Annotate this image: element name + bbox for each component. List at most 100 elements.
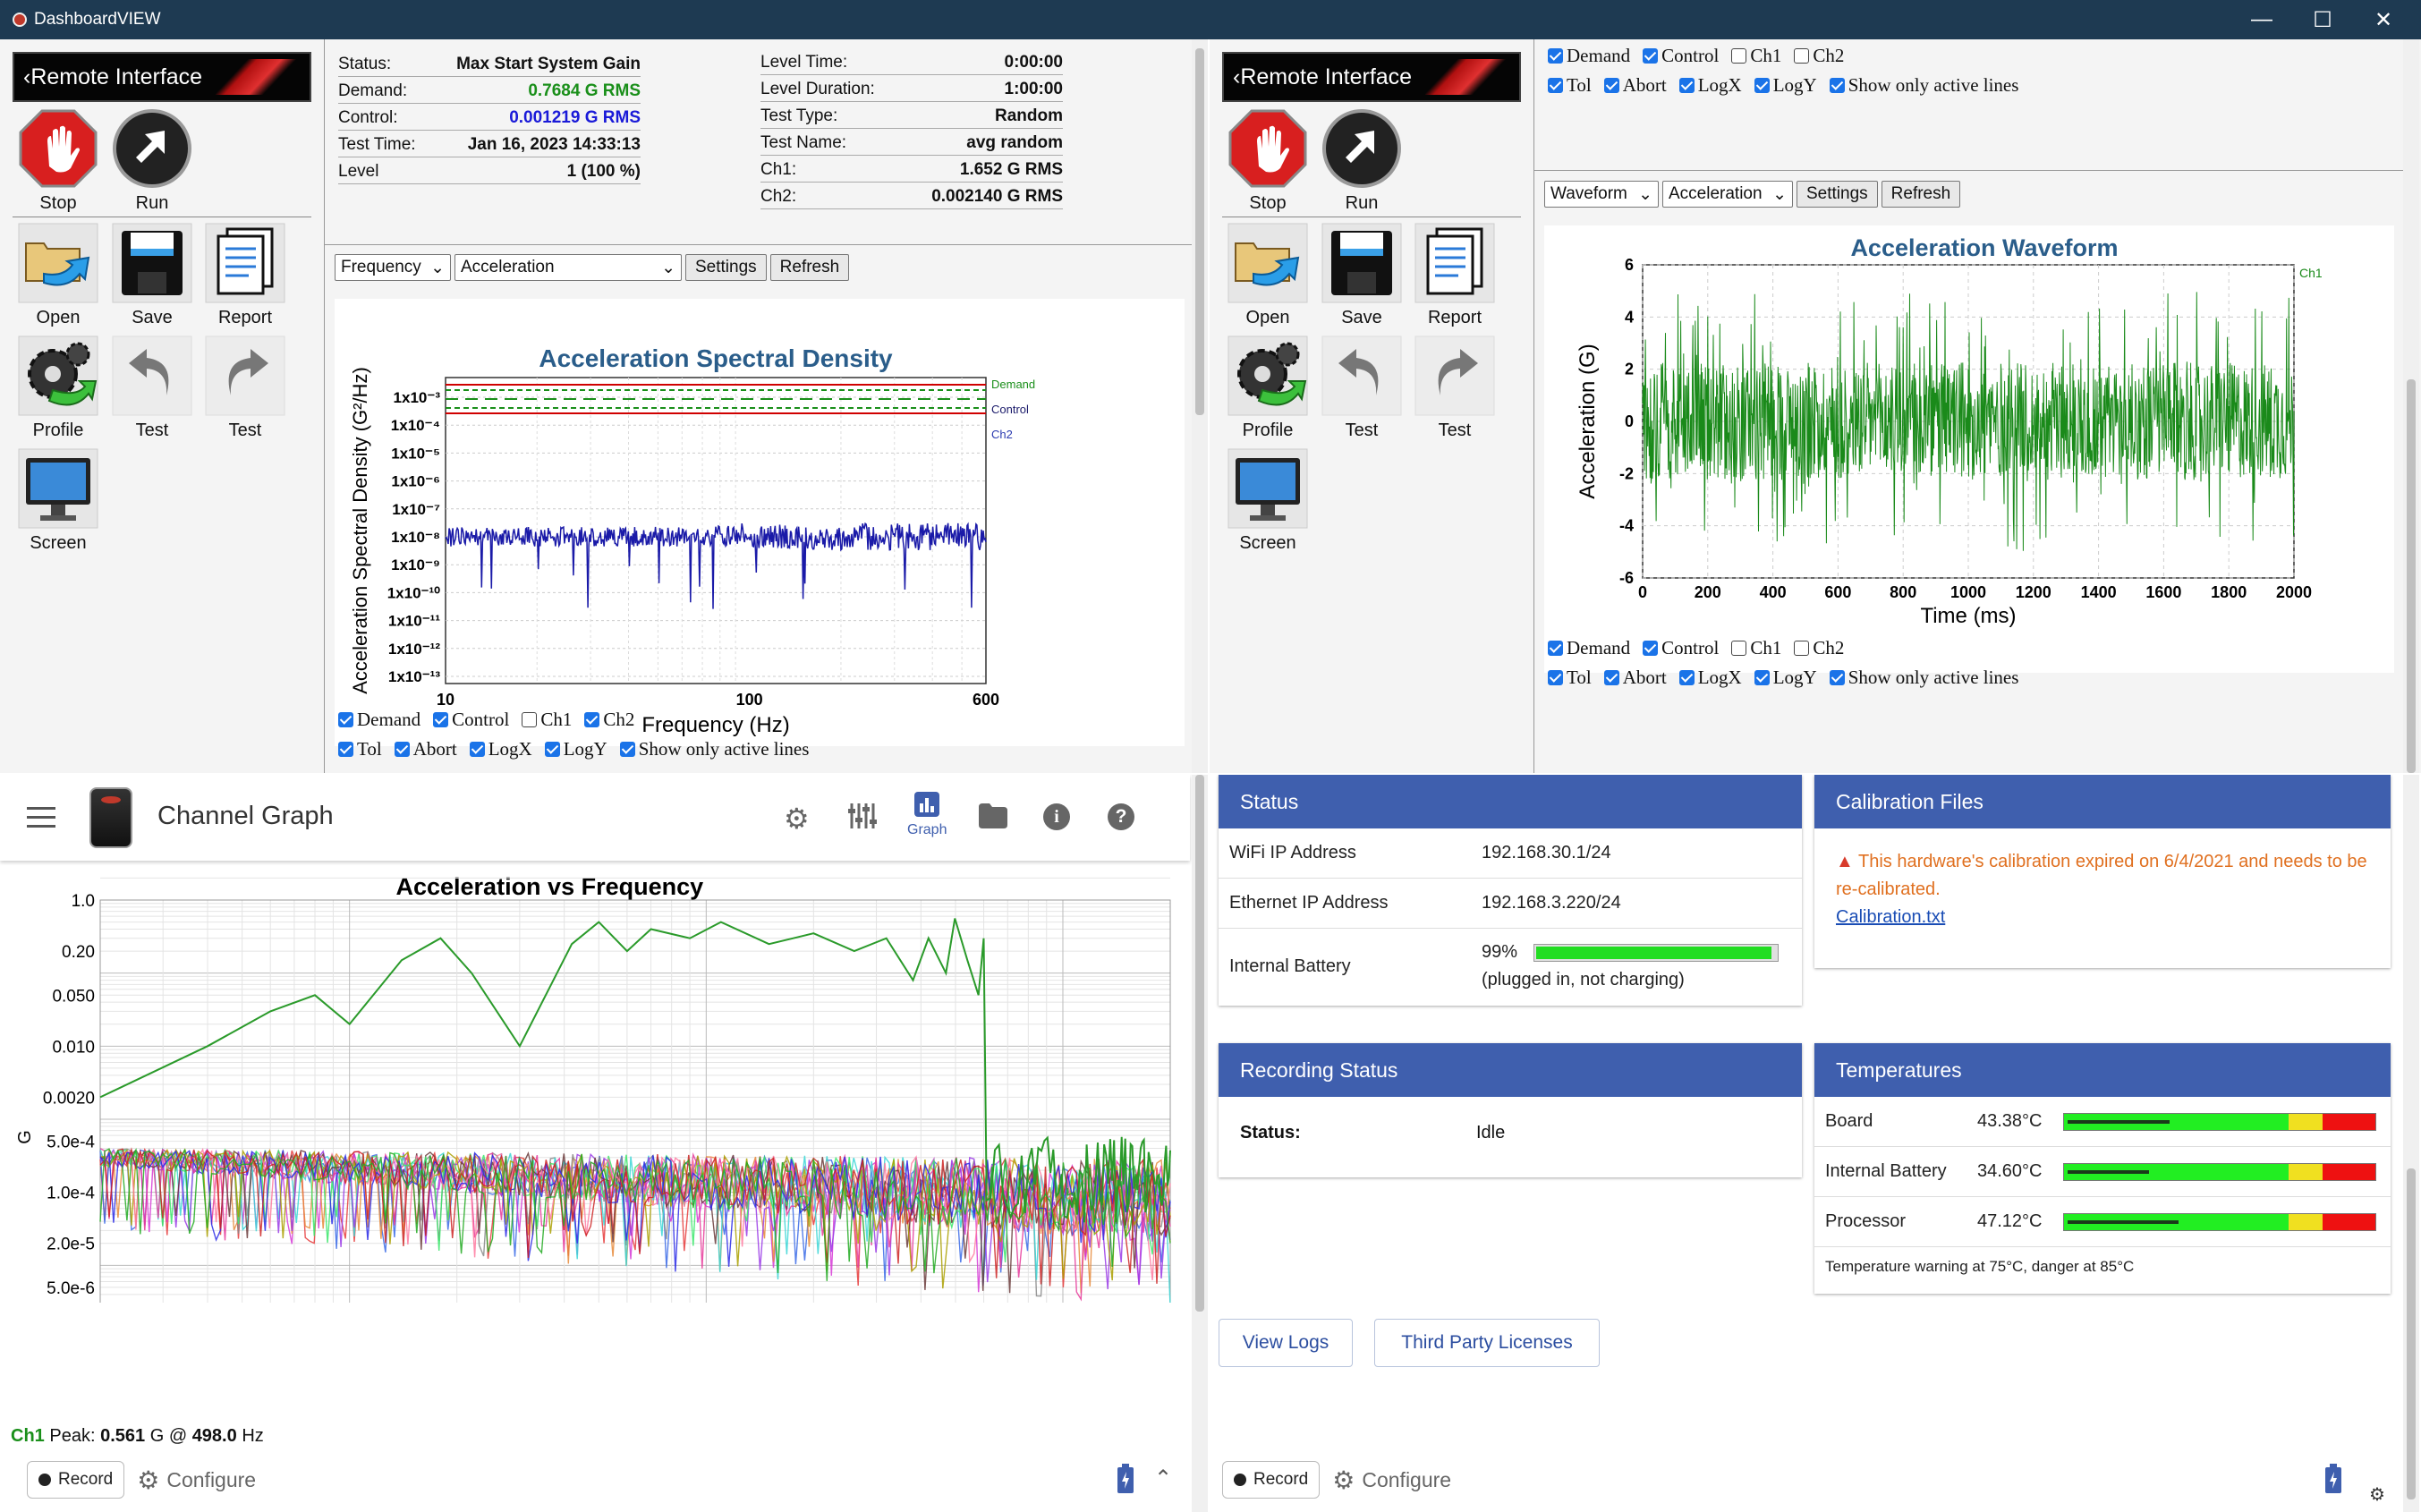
checkbox-box[interactable]	[1548, 641, 1563, 656]
checkbox-demand[interactable]: Demand	[1535, 637, 1630, 659]
info-icon[interactable]: i	[1043, 803, 1070, 830]
scrollbar-thumb[interactable]	[1195, 48, 1204, 415]
checkbox-logy[interactable]: LogY	[532, 738, 607, 760]
view-select[interactable]: Frequency ⌄	[335, 254, 451, 281]
settings-button[interactable]: Settings	[685, 254, 767, 281]
checkbox-abort[interactable]: Abort	[1592, 74, 1667, 97]
settings-button[interactable]: Settings	[1797, 181, 1878, 208]
checkbox-tol[interactable]: Tol	[1535, 667, 1592, 689]
third-party-licenses-button[interactable]: Third Party Licenses	[1374, 1319, 1600, 1367]
checkbox-box[interactable]	[1548, 48, 1563, 64]
quantity-select[interactable]: Acceleration ⌄	[454, 254, 682, 281]
save-button[interactable]: Save	[107, 222, 197, 328]
stop-button[interactable]: Stop	[13, 107, 103, 214]
test-forward-button[interactable]: Test	[200, 335, 290, 441]
configure-button[interactable]: ⚙ Configure	[1332, 1465, 1451, 1495]
checkbox-logx[interactable]: LogX	[1667, 74, 1742, 97]
checkbox-tol[interactable]: Tol	[1535, 74, 1592, 97]
checkbox-box[interactable]	[584, 712, 600, 727]
checkbox-box[interactable]	[338, 742, 353, 757]
checkbox-ch2[interactable]: Ch2	[1781, 637, 1844, 659]
right-pane-scrollbar[interactable]	[2403, 39, 2419, 773]
scrollbar-thumb[interactable]	[1195, 775, 1204, 1312]
checkbox-box[interactable]	[1603, 78, 1619, 93]
checkbox-box[interactable]	[1829, 670, 1845, 685]
checkbox-box[interactable]	[1731, 641, 1747, 656]
checkbox-logx[interactable]: LogX	[1667, 667, 1742, 689]
checkbox-logx[interactable]: LogX	[457, 738, 532, 760]
checkbox-box[interactable]	[1643, 641, 1659, 656]
open-button[interactable]: Open	[13, 222, 103, 328]
checkbox-show-only-active-lines[interactable]: Show only active lines	[1817, 74, 2018, 97]
close-button[interactable]: ✕	[2355, 0, 2412, 39]
checkbox-ch1[interactable]: Ch1	[1719, 45, 1781, 67]
checkbox-ch1[interactable]: Ch1	[1719, 637, 1781, 659]
checkbox-abort[interactable]: Abort	[382, 738, 457, 760]
checkbox-box[interactable]	[1548, 78, 1563, 93]
checkbox-box[interactable]	[1678, 670, 1695, 685]
checkbox-ch1[interactable]: Ch1	[509, 709, 572, 731]
report-button[interactable]: Report	[200, 222, 290, 328]
checkbox-box[interactable]	[1754, 78, 1770, 93]
checkbox-control[interactable]: Control	[1630, 637, 1719, 659]
checkbox-tol[interactable]: Tol	[326, 738, 382, 760]
settings-gear-icon[interactable]: ⚙	[784, 802, 810, 836]
save-button[interactable]: Save	[1317, 222, 1406, 328]
run-button[interactable]: Run	[1317, 107, 1406, 214]
settings-corner-icon[interactable]: ⚙	[2369, 1483, 2385, 1506]
checkbox-box[interactable]	[522, 712, 538, 727]
checkbox-box[interactable]	[469, 742, 485, 757]
checkbox-box[interactable]	[1754, 670, 1770, 685]
profile-button[interactable]: Profile	[1223, 335, 1312, 441]
checkbox-logy[interactable]: LogY	[1742, 667, 1817, 689]
checkbox-box[interactable]	[1794, 48, 1810, 64]
configure-button[interactable]: ⚙ Configure	[137, 1465, 256, 1495]
checkbox-control[interactable]: Control	[420, 709, 509, 731]
record-button[interactable]: Record	[1222, 1461, 1321, 1499]
checkbox-box[interactable]	[338, 712, 353, 727]
checkbox-box[interactable]	[1794, 641, 1810, 656]
test-back-button[interactable]: Test	[107, 335, 197, 441]
channel-mixer-icon[interactable]	[846, 800, 879, 837]
screen-button[interactable]: Screen	[1223, 447, 1312, 554]
checkbox-box[interactable]	[544, 742, 560, 757]
run-button[interactable]: Run	[107, 107, 197, 214]
checkbox-logy[interactable]: LogY	[1742, 74, 1817, 97]
profile-button[interactable]: Profile	[13, 335, 103, 441]
checkbox-box[interactable]	[1678, 78, 1695, 93]
maximize-button[interactable]: ☐	[2294, 0, 2351, 39]
chevron-up-icon[interactable]: ⌃	[1154, 1465, 1172, 1491]
hamburger-menu-icon[interactable]	[27, 807, 55, 828]
view-select[interactable]: Waveform ⌄	[1544, 181, 1659, 208]
folder-icon[interactable]	[979, 803, 1007, 833]
test-forward-button[interactable]: Test	[1410, 335, 1499, 441]
stop-button[interactable]: Stop	[1223, 107, 1312, 214]
checkbox-box[interactable]	[1548, 670, 1563, 685]
test-back-button[interactable]: Test	[1317, 335, 1406, 441]
checkbox-demand[interactable]: Demand	[1535, 45, 1630, 67]
left-pane-scrollbar[interactable]	[1192, 39, 1208, 773]
checkbox-box[interactable]	[619, 742, 635, 757]
channel-graph-scrollbar[interactable]	[1192, 775, 1208, 1512]
scrollbar-thumb[interactable]	[2407, 1168, 2416, 1499]
checkbox-box[interactable]	[1643, 48, 1659, 64]
checkbox-control[interactable]: Control	[1630, 45, 1719, 67]
checkbox-box[interactable]	[1731, 48, 1747, 64]
open-button[interactable]: Open	[1223, 222, 1312, 328]
checkbox-ch2[interactable]: Ch2	[1781, 45, 1844, 67]
refresh-button[interactable]: Refresh	[769, 254, 850, 281]
calibration-file-link[interactable]: Calibration.txt	[1836, 907, 1945, 927]
status-pane-scrollbar[interactable]	[2403, 775, 2419, 1512]
minimize-button[interactable]: —	[2233, 0, 2290, 39]
checkbox-show-only-active-lines[interactable]: Show only active lines	[1817, 667, 2018, 689]
record-button[interactable]: Record	[27, 1461, 125, 1499]
checkbox-box[interactable]	[433, 712, 449, 727]
refresh-button[interactable]: Refresh	[1881, 181, 1961, 208]
checkbox-box[interactable]	[1829, 78, 1845, 93]
checkbox-demand[interactable]: Demand	[326, 709, 420, 731]
quantity-select[interactable]: Acceleration ⌄	[1662, 181, 1793, 208]
scrollbar-thumb[interactable]	[2407, 379, 2416, 773]
checkbox-ch2[interactable]: Ch2	[572, 709, 634, 731]
checkbox-abort[interactable]: Abort	[1592, 667, 1667, 689]
checkbox-show-only-active-lines[interactable]: Show only active lines	[607, 738, 809, 760]
